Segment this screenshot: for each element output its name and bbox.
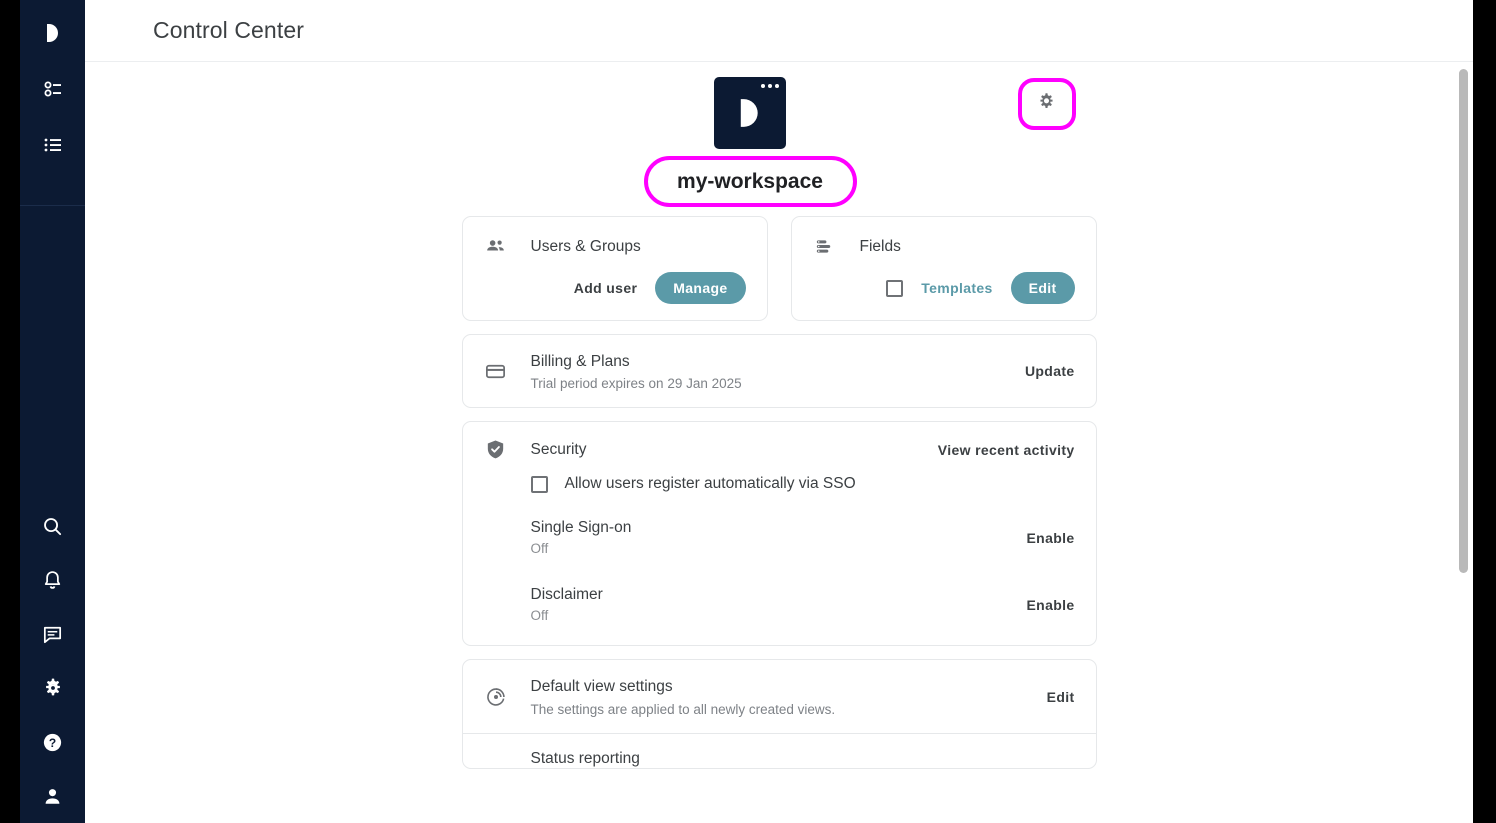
radar-icon: [484, 685, 508, 709]
billing-update-button[interactable]: Update: [1025, 363, 1075, 379]
templates-checkbox[interactable]: [886, 279, 904, 297]
security-title: Security: [530, 440, 587, 458]
top-bar: Control Center: [85, 0, 1473, 62]
status-reporting-row: Status reporting: [463, 734, 1096, 768]
sso-enable-button[interactable]: Enable: [1026, 530, 1074, 546]
chat-icon: [41, 623, 64, 646]
content: my-workspace Users & Groups Add user Man…: [85, 62, 1473, 769]
fields-card: Fields Templates Edit: [790, 216, 1097, 321]
cards-row-top: Users & Groups Add user Manage Fields Te…: [461, 216, 1097, 321]
sidebar-top-group: [20, 0, 85, 206]
sso-register-row: Allow users register automatically via S…: [530, 467, 1075, 513]
workspace-name-row: my-workspace: [462, 150, 1097, 216]
scroll-area: my-workspace Users & Groups Add user Man…: [85, 62, 1473, 823]
shield-check-icon: [484, 438, 508, 461]
sidebar-item-search[interactable]: [33, 507, 73, 545]
svg-text:?: ?: [49, 735, 56, 749]
sidebar-item-messages[interactable]: [33, 615, 73, 653]
users-groups-card: Users & Groups Add user Manage: [461, 216, 768, 321]
users-groups-title: Users & Groups: [530, 237, 641, 255]
logo-dots-icon: [760, 84, 779, 88]
help-icon: ?: [41, 731, 64, 754]
gear-icon: [41, 676, 65, 700]
security-item-state: Off: [530, 541, 549, 557]
billing-title: Billing & Plans: [530, 353, 630, 370]
page-title: Control Center: [153, 17, 304, 43]
default-view-title: Default view settings: [530, 678, 673, 696]
sso-register-checkbox[interactable]: [530, 475, 548, 493]
sidebar-item-notifications[interactable]: [33, 561, 73, 599]
default-view-settings-card: Default view settings The settings are a…: [461, 659, 1097, 769]
fields-edit-button[interactable]: Edit: [1010, 272, 1075, 304]
left-sidebar: ?: [20, 0, 85, 823]
sidebar-item-filters[interactable]: [33, 70, 73, 108]
billing-card: Billing & Plans Trial period expires on …: [461, 334, 1097, 409]
security-item-disclaimer: Disclaimer Off Enable: [531, 580, 1075, 625]
workspace-settings-button[interactable]: [1017, 78, 1076, 130]
view-recent-activity-button[interactable]: View recent activity: [938, 442, 1075, 458]
vertical-scrollbar[interactable]: [1459, 69, 1468, 821]
fields-title: Fields: [859, 237, 901, 255]
workspace-header: [462, 70, 1097, 150]
default-view-edit-button[interactable]: Edit: [1047, 689, 1075, 705]
sidebar-divider: [20, 205, 85, 206]
sso-register-label: Allow users register automatically via S…: [564, 475, 856, 493]
main-pane: Control Center my-workspace Users & Grou…: [85, 0, 1473, 823]
filters-icon: [41, 77, 65, 101]
sidebar-item-settings[interactable]: [33, 669, 73, 707]
security-item-single-sign-on: Single Sign-on Off Enable: [531, 513, 1075, 580]
gear-icon: [1036, 91, 1057, 117]
list-icon: [41, 133, 65, 157]
templates-label[interactable]: Templates: [921, 280, 992, 296]
scrollbar-thumb[interactable]: [1459, 69, 1468, 573]
workspace-name[interactable]: my-workspace: [643, 156, 857, 207]
disclaimer-enable-button[interactable]: Enable: [1026, 597, 1074, 613]
security-item-state: Off: [530, 608, 549, 624]
app-logo-icon: [40, 20, 66, 46]
people-icon: [484, 235, 508, 258]
default-view-subtitle: The settings are applied to all newly cr…: [530, 701, 836, 717]
status-reporting-title: Status reporting: [530, 749, 640, 767]
sidebar-item-app-logo[interactable]: [33, 14, 73, 52]
content-column: my-workspace Users & Groups Add user Man…: [461, 70, 1097, 769]
sidebar-item-account[interactable]: [33, 777, 73, 815]
credit-card-icon: [484, 360, 508, 383]
add-user-button[interactable]: Add user: [574, 280, 637, 296]
security-item-title: Single Sign-on: [530, 519, 632, 537]
sidebar-item-help[interactable]: ?: [33, 723, 73, 761]
billing-subtitle: Trial period expires on 29 Jan 2025: [530, 376, 742, 392]
security-card: Security View recent activity Allow user…: [461, 421, 1097, 647]
security-item-title: Disclaimer: [530, 586, 603, 604]
bell-icon: [41, 569, 64, 592]
fields-icon: [813, 235, 837, 258]
person-icon: [41, 785, 64, 808]
workspace-logo-icon[interactable]: [713, 77, 786, 149]
sidebar-item-list[interactable]: [33, 126, 73, 164]
search-icon: [41, 515, 64, 538]
app-window: ? Control Center my-workspace Users & Gr…: [0, 0, 1496, 823]
sidebar-bottom-group: ?: [33, 507, 73, 823]
manage-button[interactable]: Manage: [655, 272, 746, 304]
